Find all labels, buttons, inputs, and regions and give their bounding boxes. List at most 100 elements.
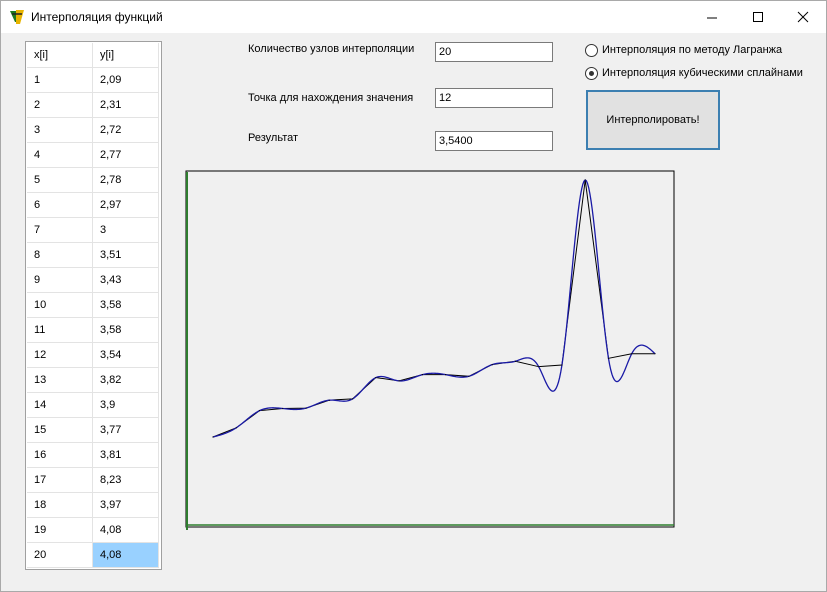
cell-y[interactable]: 3,58 <box>93 293 159 318</box>
cell-y[interactable]: 3,43 <box>93 268 159 293</box>
window-title: Интерполяция функций <box>31 10 163 24</box>
cell-y[interactable]: 3,82 <box>93 368 159 393</box>
point-label: Точка для нахождения значения <box>248 92 414 104</box>
data-point <box>328 399 330 401</box>
cell-y[interactable]: 3,9 <box>93 393 159 418</box>
cell-y[interactable]: 3,77 <box>93 418 159 443</box>
table-row[interactable]: 3 2,72 <box>27 118 161 143</box>
nodes-label: Количество узлов интерполяции <box>248 43 415 55</box>
cell-x[interactable]: 10 <box>27 293 93 318</box>
cell-x[interactable]: 6 <box>27 193 93 218</box>
data-point <box>445 374 447 376</box>
app-icon <box>10 10 24 24</box>
data-point <box>491 363 493 366</box>
cell-x[interactable]: 9 <box>27 268 93 293</box>
maximize-button[interactable] <box>735 1 781 33</box>
cell-x[interactable]: 1 <box>27 68 93 93</box>
radio-spline-label[interactable]: Интерполяция кубическими сплайнами <box>602 67 803 79</box>
data-point <box>538 366 540 368</box>
point-input[interactable] <box>435 88 553 108</box>
cell-x[interactable]: 5 <box>27 168 93 193</box>
cell-y[interactable]: 3,51 <box>93 243 159 268</box>
maximize-icon <box>753 12 763 22</box>
data-point <box>305 407 307 409</box>
radio-lagrange-label[interactable]: Интерполяция по методу Лагранжа <box>602 44 782 56</box>
table-row[interactable]: 6 2,97 <box>27 193 161 218</box>
data-point <box>258 410 261 412</box>
cell-x[interactable]: 13 <box>27 368 93 393</box>
table-row[interactable]: 10 3,58 <box>27 293 161 318</box>
cell-y[interactable]: 8,23 <box>93 468 159 493</box>
table-row[interactable]: 14 3,9 <box>27 393 161 418</box>
cell-y[interactable]: 3 <box>93 218 159 243</box>
minimize-icon <box>707 17 717 19</box>
result-label: Результат <box>248 132 299 144</box>
cell-y[interactable]: 3,97 <box>93 493 159 518</box>
data-grid[interactable]: x[i] y[i] 1 2,09 2 2,31 3 2,72 4 2,77 5 2,78 6 2,97… <box>25 41 162 570</box>
cell-x[interactable]: 15 <box>27 418 93 443</box>
cell-y[interactable]: 2,97 <box>93 193 159 218</box>
cell-x[interactable]: 17 <box>27 468 93 493</box>
cell-y[interactable]: 4,08 <box>93 518 159 543</box>
radio-spline[interactable] <box>585 67 598 80</box>
cell-x[interactable]: 16 <box>27 443 93 468</box>
table-row[interactable]: 16 3,81 <box>27 443 161 468</box>
cell-x[interactable]: 4 <box>27 143 93 168</box>
cell-y[interactable]: 4,08 <box>93 543 159 568</box>
table-row[interactable]: 15 3,77 <box>27 418 161 443</box>
cell-x[interactable]: 20 <box>27 543 93 568</box>
table-row[interactable]: 4 2,77 <box>27 143 161 168</box>
table-row[interactable]: 73 <box>27 218 161 243</box>
data-point <box>351 398 354 400</box>
table-row[interactable]: 9 3,43 <box>27 268 161 293</box>
cell-y[interactable]: 3,81 <box>93 443 159 468</box>
interpolation-chart <box>185 170 675 530</box>
cell-y[interactable]: 2,72 <box>93 118 159 143</box>
cell-x[interactable]: 3 <box>27 118 93 143</box>
interpolate-button[interactable]: Интерполировать! <box>586 90 720 150</box>
cell-y[interactable]: 3,54 <box>93 343 159 368</box>
data-point <box>514 360 517 362</box>
table-row[interactable]: 20 4,08 <box>27 543 161 568</box>
app-window: Интерполяция функций x[i] y[i] 1 2,09 2 2,3… <box>0 0 827 592</box>
cell-x[interactable]: 7 <box>27 218 93 243</box>
table-row[interactable]: 1 2,09 <box>27 68 161 93</box>
table-row[interactable]: 12 3,54 <box>27 343 161 368</box>
table-row[interactable]: 18 3,97 <box>27 493 161 518</box>
cell-y[interactable]: 3,58 <box>93 318 159 343</box>
data-point <box>421 374 423 376</box>
grid-header-y[interactable]: y[i] <box>93 43 159 68</box>
table-row[interactable]: 2 2,31 <box>27 93 161 118</box>
table-row[interactable]: 13 3,82 <box>27 368 161 393</box>
data-point <box>235 427 237 429</box>
data-point <box>398 380 400 382</box>
table-row[interactable]: 8 3,51 <box>27 243 161 268</box>
cell-x[interactable]: 12 <box>27 343 93 368</box>
cell-y[interactable]: 2,09 <box>93 68 159 93</box>
cell-x[interactable]: 14 <box>27 393 93 418</box>
table-row[interactable]: 19 4,08 <box>27 518 161 543</box>
title-bar[interactable]: Интерполяция функций <box>1 1 826 33</box>
cell-x[interactable]: 11 <box>27 318 93 343</box>
nodes-input[interactable] <box>435 42 553 62</box>
cell-y[interactable]: 2,77 <box>93 143 159 168</box>
data-point <box>468 375 470 377</box>
cell-x[interactable]: 19 <box>27 518 93 543</box>
table-row[interactable]: 5 2,78 <box>27 168 161 193</box>
radio-lagrange[interactable] <box>585 44 598 57</box>
minimize-button[interactable] <box>689 1 735 33</box>
cell-x[interactable]: 8 <box>27 243 93 268</box>
cell-x[interactable]: 18 <box>27 493 93 518</box>
data-point <box>607 357 610 359</box>
data-point <box>375 376 377 379</box>
table-row[interactable]: 17 8,23 <box>27 468 161 493</box>
data-point <box>631 353 633 355</box>
cell-y[interactable]: 2,78 <box>93 168 159 193</box>
result-field[interactable] <box>435 131 553 151</box>
data-polyline <box>212 179 655 438</box>
table-row[interactable]: 11 3,58 <box>27 318 161 343</box>
cell-x[interactable]: 2 <box>27 93 93 118</box>
cell-y[interactable]: 2,31 <box>93 93 159 118</box>
grid-header-x[interactable]: x[i] <box>27 43 93 68</box>
close-button[interactable] <box>780 1 826 33</box>
